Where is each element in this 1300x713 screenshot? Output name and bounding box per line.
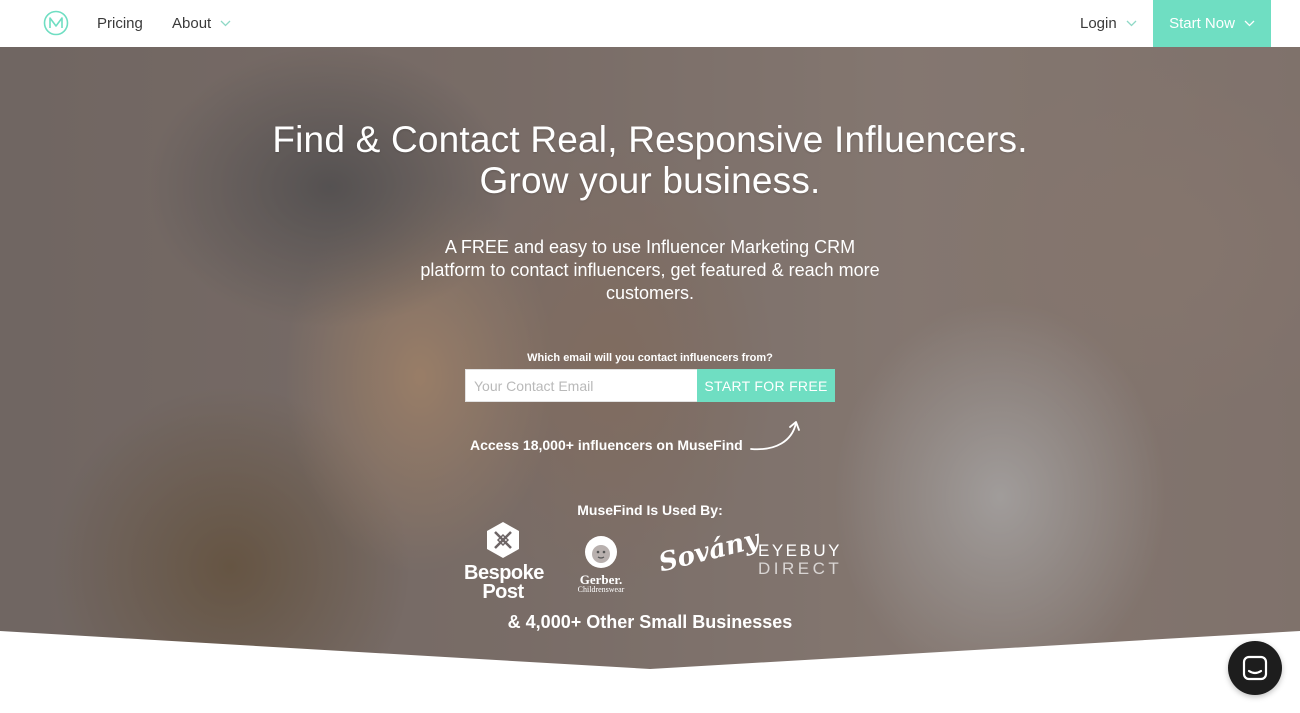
start-now-button[interactable]: Start Now <box>1153 0 1271 47</box>
bespoke-post-wordmark: Bespoke Post <box>464 562 544 603</box>
access-influencers-text: Access 18,000+ influencers on MuseFind <box>470 437 743 453</box>
eyebuydirect-logo: EYEBUY DIRECT <box>758 541 843 582</box>
used-by-heading: MuseFind Is Used By: <box>577 502 723 518</box>
nav-login-label: Login <box>1080 15 1117 32</box>
page: Pricing About Login Start Now Find & Con… <box>0 0 1300 713</box>
hero-bottom-divider <box>0 631 1300 713</box>
chat-icon <box>1242 655 1268 681</box>
headline-line-2: Grow your business. <box>479 160 821 201</box>
hero-subhead: A FREE and easy to use Influencer Market… <box>420 237 880 303</box>
hero-headline: Find & Contact Real, Responsive Influenc… <box>0 119 1300 201</box>
chevron-down-icon <box>1126 20 1137 27</box>
nav-pricing-label: Pricing <box>97 15 143 32</box>
gerber-logo: Gerber. Childrenswear <box>564 535 638 595</box>
sovany-logo: Sovány <box>655 524 763 579</box>
hero-content: Find & Contact Real, Responsive Influenc… <box>0 47 1300 713</box>
hero-section: Find & Contact Real, Responsive Influenc… <box>0 47 1300 713</box>
gerber-subtitle: Childrenswear <box>577 585 625 594</box>
nav-pricing-link[interactable]: Pricing <box>97 0 143 47</box>
nav-about-label: About <box>172 15 212 32</box>
eyebuy-line-1: EYEBUY <box>758 541 842 560</box>
other-businesses-text: & 4,000+ Other Small Businesses <box>507 612 793 632</box>
musefind-logo-icon[interactable] <box>43 10 69 36</box>
email-label: Which email will you contact influencers… <box>527 352 773 364</box>
chevron-down-icon <box>1244 20 1255 27</box>
curved-arrow-icon <box>750 421 800 451</box>
chevron-down-icon <box>220 20 231 27</box>
gerber-baby-icon <box>585 536 617 568</box>
nav-about-link[interactable]: About <box>172 0 231 47</box>
bespoke-post-logo: Bespoke Post <box>464 521 544 603</box>
contact-email-input[interactable] <box>465 369 698 402</box>
bespoke-badge-icon <box>487 522 519 558</box>
eyebuy-line-2: DIRECT <box>758 559 843 578</box>
headline-line-1: Find & Contact Real, Responsive Influenc… <box>272 119 1028 160</box>
top-nav: Pricing About Login Start Now <box>0 0 1300 47</box>
chat-launcher-button[interactable] <box>1228 641 1282 695</box>
start-for-free-button[interactable]: START FOR FREE <box>697 369 835 402</box>
start-now-label: Start Now <box>1169 15 1235 32</box>
nav-login-link[interactable]: Login <box>1080 0 1137 47</box>
gerber-wordmark: Gerber. <box>579 572 623 587</box>
